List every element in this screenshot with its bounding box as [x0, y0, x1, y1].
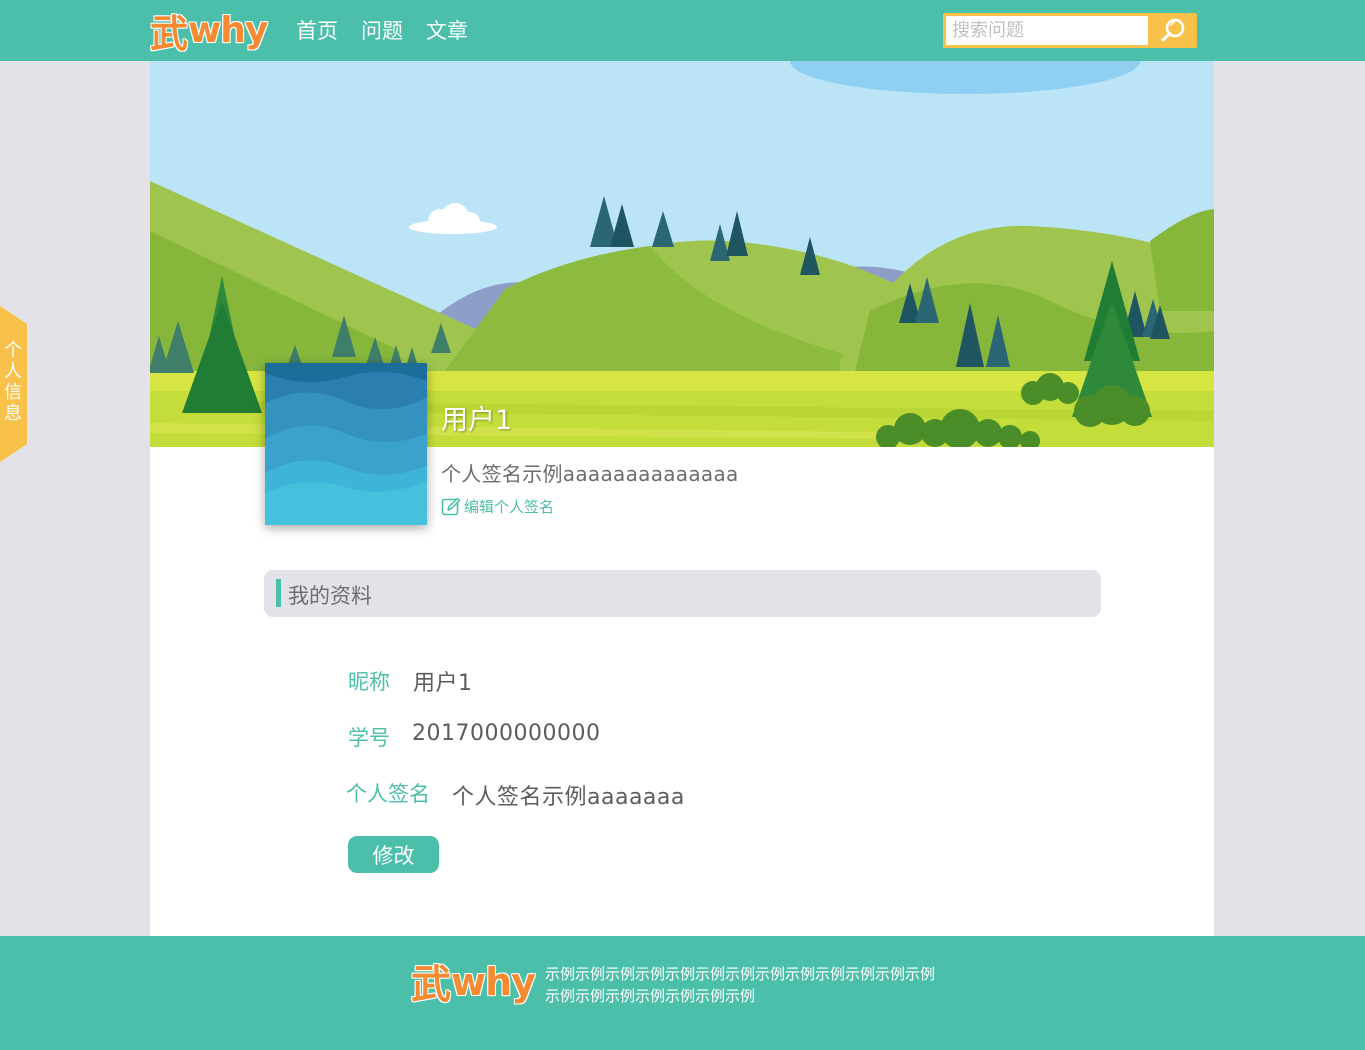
logo-latin: why [188, 10, 268, 51]
nickname-value: 用户1 [413, 671, 473, 696]
top-navbar: 武 why 首页 问题 文章 [0, 0, 1365, 61]
search-input[interactable] [946, 16, 1148, 45]
footer-text: 示例示例示例示例示例示例示例示例示例示例示例示例示例示例示例示例示例示例示例示例 [545, 965, 936, 1005]
nav-articles[interactable]: 文章 [426, 17, 468, 45]
nav-home[interactable]: 首页 [296, 17, 338, 45]
section-accent-bar [276, 579, 281, 607]
search-button[interactable] [1150, 13, 1197, 48]
student-id-value: 2017000000000 [412, 721, 601, 746]
edit-signature-link[interactable]: 编辑个人签名 [441, 496, 554, 517]
profile-signature: 个人签名示例aaaaaaaaaaaaaa [441, 462, 739, 486]
site-logo[interactable]: 武 why [150, 6, 268, 56]
footer-logo-latin: why [451, 960, 536, 1004]
avatar-image [265, 363, 427, 525]
nickname-label: 昵称 [348, 670, 390, 694]
student-id-label: 学号 [348, 726, 390, 750]
nav-questions[interactable]: 问题 [361, 17, 403, 45]
modify-button[interactable]: 修改 [348, 836, 439, 873]
main-nav: 首页 问题 文章 [296, 17, 468, 45]
search-icon [1161, 18, 1185, 42]
signature-value: 个人签名示例aaaaaaa [452, 785, 685, 810]
footer-logo-char: 武 [411, 961, 451, 1008]
logo-char: 武 [150, 11, 189, 56]
avatar[interactable] [265, 363, 427, 525]
footer: 武 why 示例示例示例示例示例示例示例示例示例示例示例示例示例示例示例示例示例示… [0, 936, 1365, 1050]
section-header: 我的资料 [264, 570, 1101, 617]
search-box [943, 13, 1197, 48]
footer-logo[interactable]: 武 why [411, 956, 536, 1008]
personal-info-tab-label: 个人信息 [4, 340, 22, 424]
signature-label: 个人签名 [346, 782, 430, 806]
profile-username: 用户1 [441, 405, 513, 436]
edit-signature-label: 编辑个人签名 [464, 498, 555, 516]
profile-card: 用户1 个人签名示例aaaaaaaaaaaaaa 编辑个人签名 我的资料 昵称 … [150, 61, 1214, 936]
edit-icon [441, 497, 461, 515]
section-title: 我的资料 [288, 584, 372, 608]
